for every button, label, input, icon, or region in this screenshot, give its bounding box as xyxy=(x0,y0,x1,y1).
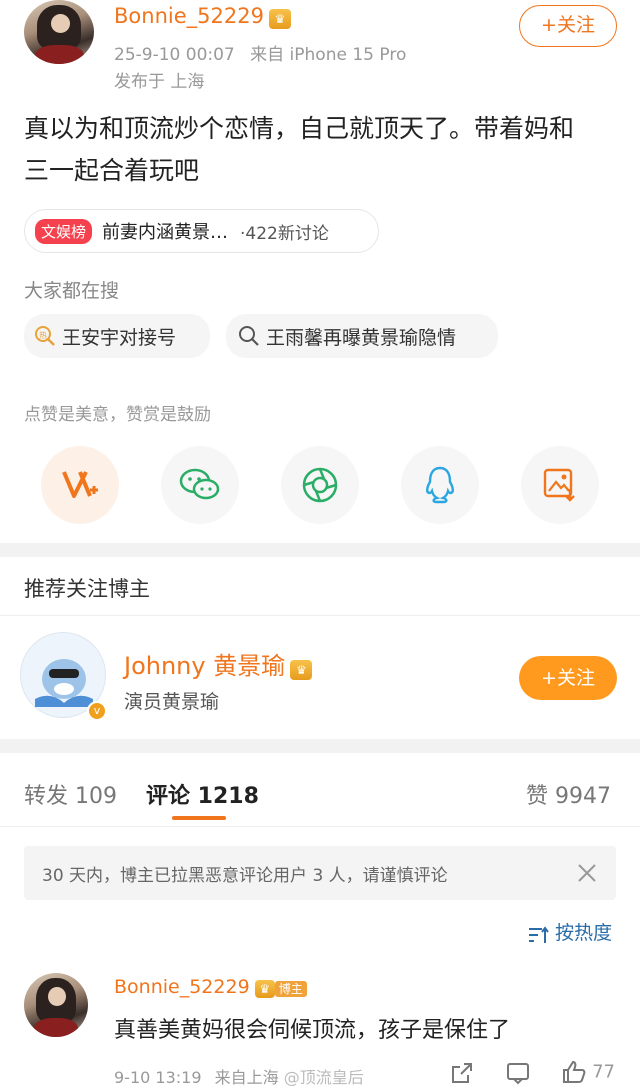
tab-repost[interactable]: 转发 109 xyxy=(24,778,117,810)
save-image-icon[interactable] xyxy=(521,446,599,524)
tab-comment[interactable]: 评论 1218 xyxy=(146,778,259,810)
section-divider xyxy=(0,739,640,753)
verified-badge-icon: v xyxy=(87,701,107,721)
vip-crown-icon: ♛ xyxy=(290,659,313,680)
comment-source: 来自上海 xyxy=(214,1068,279,1087)
recommend-follow-button[interactable]: +关注 xyxy=(519,656,617,700)
notice-text: 30 天内，博主已拉黑恶意评论用户 3 人，请谨慎评论 xyxy=(42,865,448,886)
commenter-avatar[interactable] xyxy=(24,973,88,1037)
sort-by-hot[interactable]: 按热度 xyxy=(528,918,612,945)
comment-text: 真善美黄妈很会伺候顶流，孩子是保住了 xyxy=(114,1018,511,1043)
hot-search-icon: 热 xyxy=(34,325,56,347)
topic-badge: 文娱榜 xyxy=(35,218,93,244)
post-author: Bonnie_52229 ♛ xyxy=(114,4,292,29)
post-content: 真以为和顶流炒个恋情，自己就顶天了。带着妈和 三一起合着玩吧 xyxy=(24,108,624,192)
comment-icon[interactable] xyxy=(506,1061,530,1085)
follow-button[interactable]: +关注 xyxy=(519,5,617,47)
tab-like[interactable]: 赞 9947 xyxy=(526,778,611,810)
comment-author: Bonnie_52229 ♛ 博主 xyxy=(114,976,307,998)
vip-crown-icon: ♛ xyxy=(254,979,275,998)
qq-icon[interactable] xyxy=(401,446,479,524)
vip-crown-icon: ♛ xyxy=(269,8,292,29)
search-chip-text: 王安宇对接号 xyxy=(62,326,177,349)
search-chip[interactable]: 热 王安宇对接号 xyxy=(24,314,210,358)
recommend-title: 推荐关注博主 xyxy=(24,577,150,601)
recommend-subtitle: 演员黄景瑜 xyxy=(124,691,220,713)
post-content-line: 三一起合着玩吧 xyxy=(24,156,200,185)
v-plus-icon[interactable] xyxy=(41,446,119,524)
watermark-text: @顶流皇后 xyxy=(283,1068,364,1087)
post-location: 发布于 上海 xyxy=(114,72,205,92)
comment-like[interactable]: 77 xyxy=(561,1059,615,1085)
topic-chip[interactable]: 文娱榜 前妻内涵黄景… ·422新讨论 xyxy=(24,209,379,253)
search-chip[interactable]: 王雨馨再曝黄景瑜隐情 xyxy=(226,314,498,358)
divider xyxy=(0,826,640,827)
author-badge: 博主 xyxy=(274,981,307,997)
wechat-icon[interactable] xyxy=(161,446,239,524)
search-chip-text: 王雨馨再曝黄景瑜隐情 xyxy=(266,326,457,349)
encourage-text: 点赞是美意，赞赏是鼓励 xyxy=(24,405,211,425)
comment-meta: 9-10 13:19 来自上海 @顶流皇后 xyxy=(114,1064,364,1088)
recommend-name[interactable]: Johnny 黄景瑜 xyxy=(124,652,285,680)
username[interactable]: Bonnie_52229 xyxy=(114,4,264,28)
sort-label: 按热度 xyxy=(555,922,613,944)
post-time: 25-9-10 00:07 xyxy=(114,45,235,65)
recommend-name-row: Johnny 黄景瑜 ♛ xyxy=(124,646,313,681)
sort-icon xyxy=(528,925,550,945)
search-icon xyxy=(238,325,260,347)
close-icon[interactable] xyxy=(576,862,598,884)
moments-icon[interactable] xyxy=(281,446,359,524)
divider xyxy=(0,615,640,616)
post-meta: 25-9-10 00:07 来自 iPhone 15 Pro xyxy=(114,40,406,65)
svg-text:热: 热 xyxy=(39,330,47,340)
like-count: 77 xyxy=(592,1061,615,1083)
section-divider xyxy=(0,543,640,557)
thumbs-up-icon xyxy=(561,1059,587,1085)
block-notice: 30 天内，博主已拉黑恶意评论用户 3 人，请谨慎评论 xyxy=(24,846,616,900)
comment-username[interactable]: Bonnie_52229 xyxy=(114,976,250,998)
topic-count: ·422新讨论 xyxy=(240,223,329,244)
comment-time: 9-10 13:19 xyxy=(114,1068,202,1087)
search-section-label: 大家都在搜 xyxy=(24,280,120,302)
user-avatar[interactable] xyxy=(24,0,94,64)
topic-text: 前妻内涵黄景… xyxy=(102,222,229,243)
post-content-line: 真以为和顶流炒个恋情，自己就顶天了。带着妈和 xyxy=(24,114,575,143)
recommend-avatar[interactable]: v xyxy=(20,632,107,721)
share-icon[interactable] xyxy=(450,1061,474,1085)
post-source: 来自 iPhone 15 Pro xyxy=(250,45,407,65)
active-tab-indicator xyxy=(172,816,226,820)
